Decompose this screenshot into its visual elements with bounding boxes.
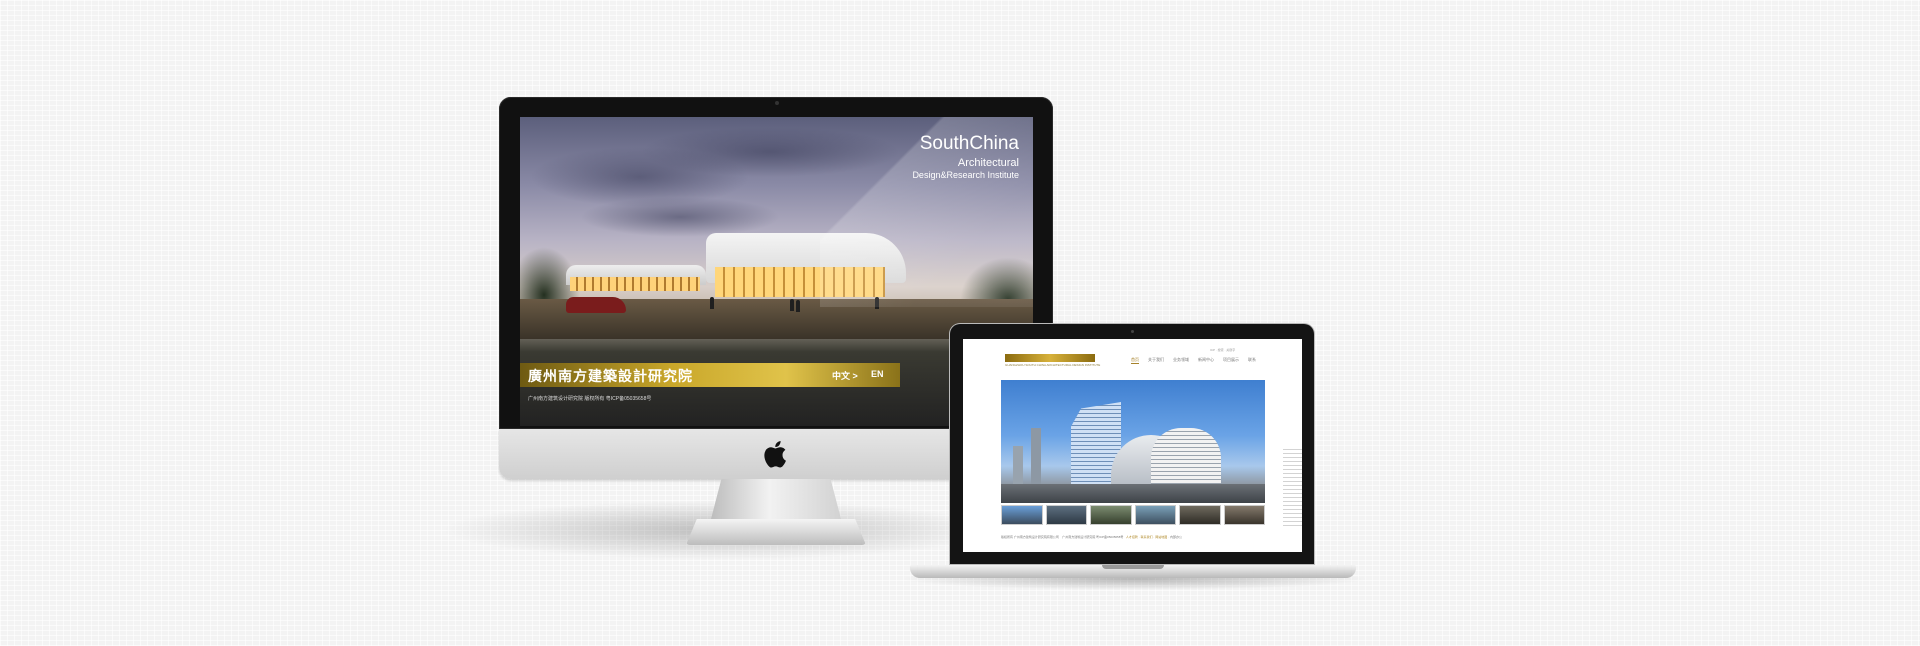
thumbnail[interactable]	[1001, 505, 1043, 525]
sky-cloud	[580, 197, 780, 237]
site-logo-subtext: GUANGZHOU SOUTH CHINA ARCHITECTURAL DESI…	[1005, 363, 1101, 367]
footer-link-contact[interactable]: 联系我们	[1141, 535, 1153, 539]
brand-subtitle-line1: Architectural	[957, 157, 1019, 169]
thumbnail[interactable]	[1090, 505, 1132, 525]
nav-item-business[interactable]: 业务领域	[1173, 357, 1189, 364]
lang-chinese-link[interactable]: 中文 >	[832, 369, 858, 382]
site-nav: 首页 关于我们 业务领域 新闻中心 项目展示 联系	[1131, 357, 1256, 364]
site-search[interactable]: ICP · 搜索 · 关键字	[1210, 348, 1235, 352]
sketch-decoration	[1283, 449, 1302, 529]
street-ground	[1001, 484, 1265, 503]
person	[796, 300, 800, 312]
footer-link-jobs[interactable]: 人才招聘	[1126, 535, 1138, 539]
laptop-notch	[1102, 565, 1164, 569]
imac-stand-foot	[686, 519, 866, 545]
red-car	[566, 297, 626, 313]
sky-cloud	[640, 127, 900, 177]
background-tower	[1031, 428, 1041, 484]
thumbnail[interactable]	[1223, 505, 1265, 525]
footer-icp: 广州南方建筑设计研究院 粤ICP备05035658号	[1062, 535, 1124, 539]
thumbnail[interactable]	[1179, 505, 1221, 525]
site-logo[interactable]	[1005, 354, 1095, 362]
nav-item-about[interactable]: 关于我们	[1148, 357, 1164, 364]
thumbnail-strip	[1001, 505, 1265, 525]
chinese-title: 廣州南方建築設計研究院	[528, 368, 693, 384]
footer-link-office[interactable]: 内部办公	[1170, 535, 1182, 539]
building-left-glazing	[570, 277, 700, 291]
apple-logo-icon	[764, 441, 786, 468]
nav-item-home[interactable]: 首页	[1131, 357, 1139, 364]
footer-copyright: 版权所有 广州南方建筑设计研究院有限公司	[1001, 535, 1059, 539]
hero-image[interactable]	[1001, 380, 1265, 503]
footer-link-sitemap[interactable]: 网站地图	[1155, 535, 1167, 539]
gold-title-band: 廣州南方建築設計研究院 中文 > EN	[520, 363, 900, 387]
laptop-camera	[1131, 330, 1134, 333]
brand-subtitle-line2: Design&Research Institute	[912, 170, 1019, 180]
round-building	[1151, 428, 1221, 484]
nav-item-projects[interactable]: 项目展示	[1223, 357, 1239, 364]
person	[790, 299, 794, 311]
site-footer-bar: 版权所有 广州南方建筑设计研究院有限公司 广州南方建筑设计研究院 粤ICP备05…	[1001, 535, 1182, 539]
brand-title: SouthChina	[919, 133, 1019, 154]
thumbnail[interactable]	[1045, 505, 1087, 525]
background-tower	[1013, 446, 1023, 484]
imac-camera	[775, 101, 779, 105]
thumbnail[interactable]	[1134, 505, 1176, 525]
laptop-screen: GUANGZHOU SOUTH CHINA ARCHITECTURAL DESI…	[963, 339, 1302, 552]
person	[710, 297, 714, 309]
nav-item-news[interactable]: 新闻中心	[1198, 357, 1214, 364]
person	[875, 297, 879, 309]
nav-item-contact[interactable]: 联系	[1248, 357, 1256, 364]
building-main-glazing	[715, 267, 885, 297]
imac-stand-neck	[711, 479, 841, 519]
lang-english-link[interactable]: EN	[871, 369, 884, 379]
site-footer: 广州南方建筑设计研究院 版权所有 粤ICP备05035658号	[528, 396, 652, 402]
